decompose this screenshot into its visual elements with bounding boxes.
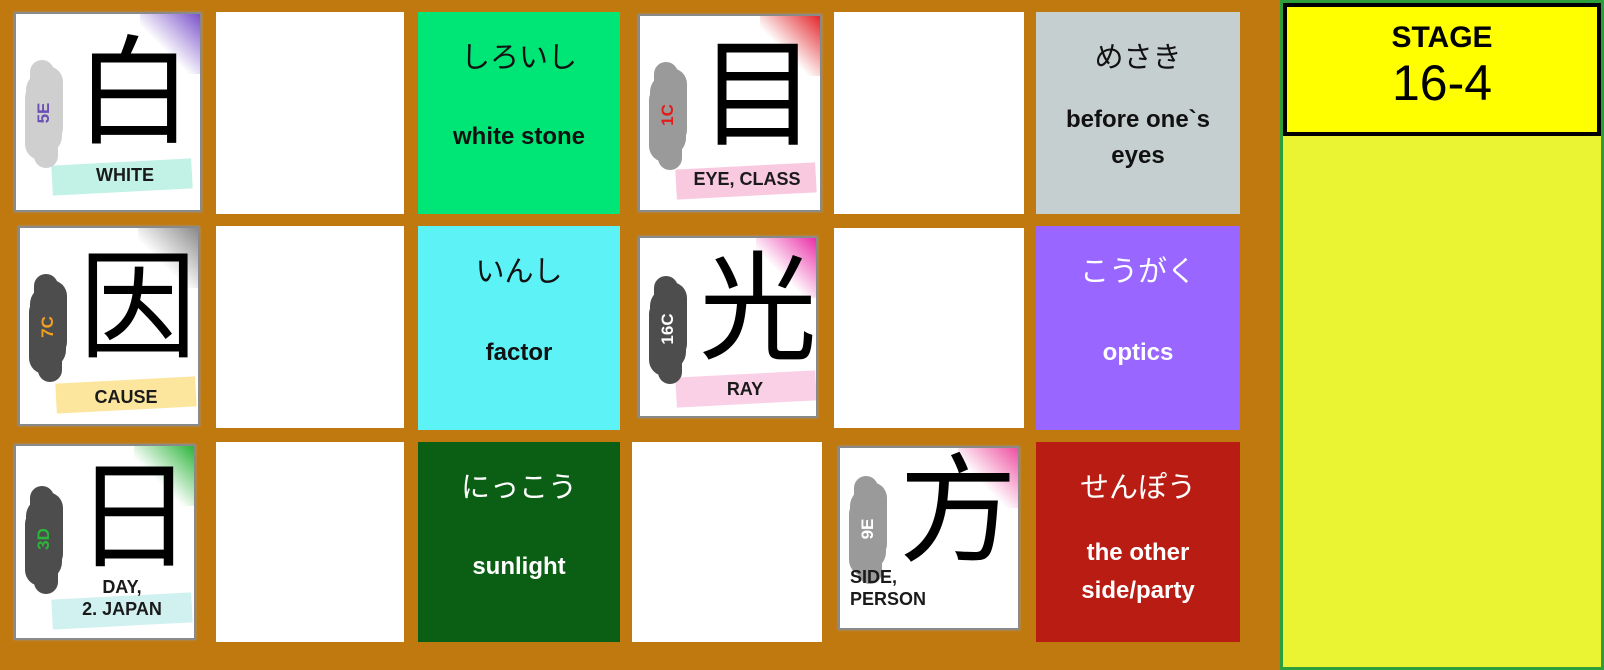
kanji-card-ray[interactable]: 16C 光 RAY xyxy=(638,236,818,418)
kanji-glyph: 目 xyxy=(698,26,817,164)
kanji-glyph: 白 xyxy=(74,24,193,162)
empty-slot[interactable] xyxy=(216,442,404,642)
word-meaning: white stone xyxy=(452,123,585,150)
word-tile-before-eyes[interactable]: めさき before one`s eyes xyxy=(1036,12,1240,214)
word-reading: めさき xyxy=(1094,40,1182,74)
word-tile-other-side[interactable]: せんぽう the other side/party xyxy=(1036,442,1240,642)
word-tile-optics[interactable]: こうがく optics xyxy=(1036,226,1240,430)
word-reading: こうがく xyxy=(1079,254,1196,288)
kanji-code: 5E xyxy=(34,102,53,124)
kanji-glyph: 光 xyxy=(698,240,817,378)
kanji-meaning: EYE, CLASS xyxy=(693,169,801,189)
kanji-meaning: DAY, 2. JAPAN xyxy=(82,577,162,619)
word-reading: にっこう xyxy=(460,470,577,504)
kanji-glyph: 方 xyxy=(898,446,1017,580)
game-board: 5E 白 WHITE しろいし white stone 1C 目 EYE, CL… xyxy=(0,0,1280,670)
kanji-code: 16C xyxy=(658,313,677,345)
kanji-code: 7C xyxy=(38,316,57,338)
empty-slot[interactable] xyxy=(632,442,822,642)
empty-slot[interactable] xyxy=(834,12,1024,214)
kanji-meaning: SIDE, PERSON xyxy=(850,567,927,609)
word-reading: しろいし xyxy=(460,40,577,74)
stage-number: 16-4 xyxy=(1391,55,1493,111)
word-meaning: sunlight xyxy=(472,553,566,580)
kanji-glyph: 因 xyxy=(78,238,197,376)
empty-slot[interactable] xyxy=(216,226,404,428)
kanji-code: 9E xyxy=(858,518,877,540)
word-tile-sunlight[interactable]: にっこう sunlight xyxy=(418,442,620,642)
word-reading: せんぽう xyxy=(1079,470,1196,504)
kanji-code: 1C xyxy=(658,104,677,126)
kanji-glyph: 日 xyxy=(74,448,193,586)
kanji-card-day-japan[interactable]: 3D 日 DAY, 2. JAPAN xyxy=(14,444,196,640)
kanji-card-cause[interactable]: 7C 因 CAUSE xyxy=(18,226,200,426)
word-tile-factor[interactable]: いんし factor xyxy=(418,226,620,430)
stage-panel: STAGE 16-4 xyxy=(1280,0,1604,670)
kanji-meaning: WHITE xyxy=(96,165,154,185)
kanji-code: 3D xyxy=(34,528,53,550)
kanji-meaning: CAUSE xyxy=(94,387,158,407)
empty-slot[interactable] xyxy=(834,228,1024,428)
word-tile-white-stone[interactable]: しろいし white stone xyxy=(418,12,620,214)
empty-slot[interactable] xyxy=(216,12,404,214)
kanji-meaning: RAY xyxy=(726,379,764,399)
word-meaning: optics xyxy=(1102,339,1174,366)
kanji-card-eye-class[interactable]: 1C 目 EYE, CLASS xyxy=(638,14,822,212)
word-meaning: factor xyxy=(485,339,553,366)
word-meaning: before one`s eyes xyxy=(1065,106,1211,169)
stage-indicator: STAGE 16-4 xyxy=(1283,3,1601,136)
stage-label: STAGE xyxy=(1391,21,1493,54)
word-meaning: the other side/party xyxy=(1081,539,1195,604)
kanji-card-side-person[interactable]: 9E 方 SIDE, PERSON xyxy=(838,446,1020,630)
word-reading: いんし xyxy=(475,254,563,288)
kanji-card-white[interactable]: 5E 白 WHITE xyxy=(14,12,202,212)
